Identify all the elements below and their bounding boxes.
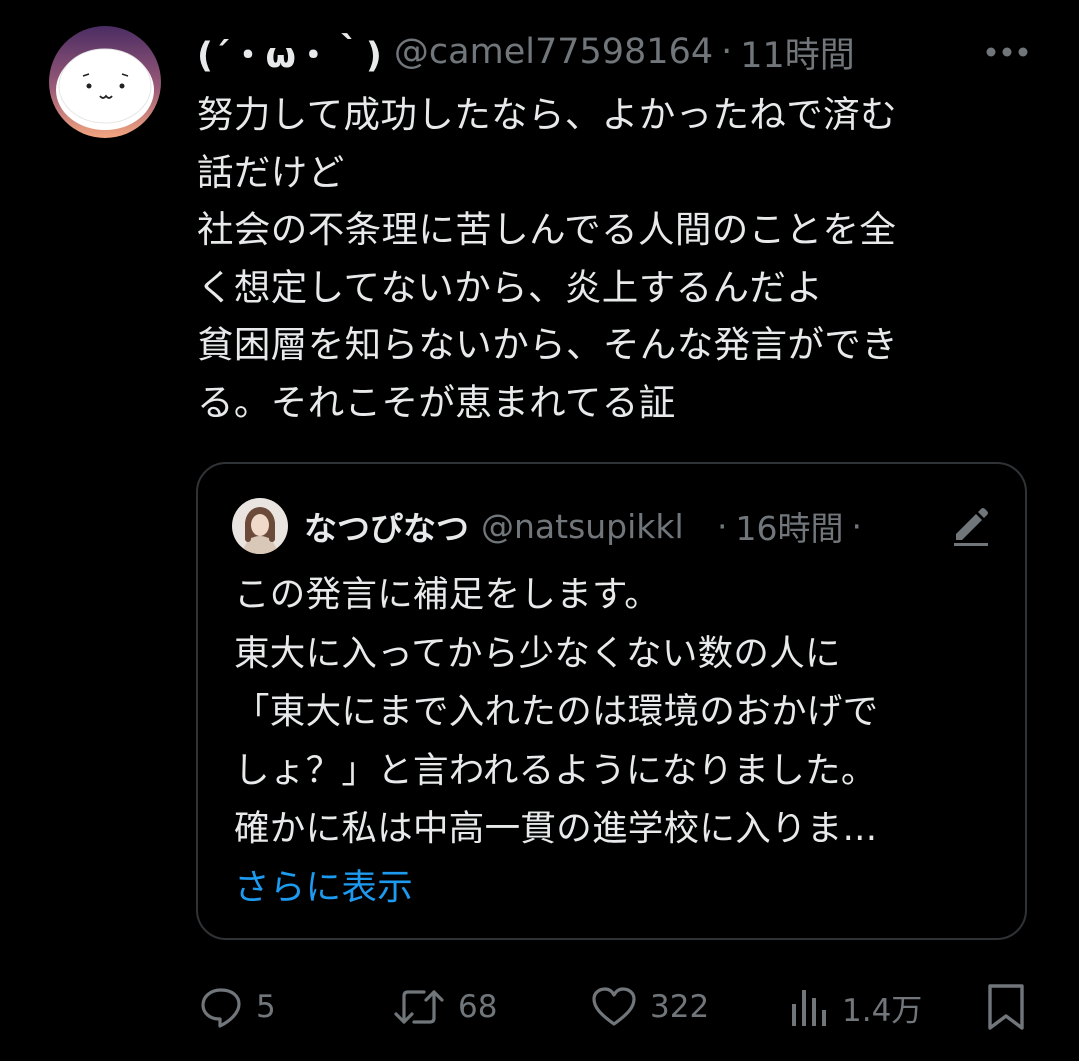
pencil-edit-icon bbox=[954, 508, 988, 546]
quoted-text-line: 「東大にまで入れたのは環境のおかげで bbox=[234, 691, 879, 732]
quoted-text-line: この発言に補足をします。 bbox=[234, 574, 661, 615]
views-button[interactable]: 1.4万 bbox=[788, 980, 922, 1034]
like-count: 322 bbox=[650, 989, 710, 1025]
quoted-header-separator: · bbox=[717, 506, 728, 546]
reply-button[interactable]: 5 bbox=[198, 980, 276, 1034]
tweet-text-line: 貧困層を知らないから、そんな発言ができ bbox=[197, 323, 899, 366]
reply-count: 5 bbox=[256, 989, 276, 1025]
avatar-image bbox=[49, 26, 161, 138]
view-count: 1.4万 bbox=[842, 992, 923, 1029]
retweet-count: 68 bbox=[458, 989, 498, 1025]
heart-icon bbox=[592, 987, 636, 1026]
tweet-header: (´・ω・｀) @camel77598164 · 11時間 bbox=[197, 24, 1077, 80]
like-button[interactable]: 322 bbox=[590, 980, 709, 1034]
quoted-tweet-text: この発言に補足をします。 東大に入ってから少なくない数の人に 「東大にまで入れた… bbox=[234, 566, 1004, 917]
author-display-name[interactable]: (´・ω・｀) bbox=[197, 27, 382, 78]
show-more-link[interactable]: さらに表示 bbox=[234, 859, 1004, 918]
tweet-timestamp[interactable]: 11時間 bbox=[740, 27, 855, 78]
tweet-text-line: 努力して成功したなら、よかったねで済む bbox=[197, 93, 898, 136]
quoted-author-avatar[interactable] bbox=[232, 498, 288, 554]
quoted-author-handle[interactable]: @natsupikkl bbox=[481, 507, 709, 546]
retweet-icon bbox=[394, 990, 444, 1024]
tweet-text-line: 話だけど bbox=[197, 150, 345, 194]
quoted-tweet-timestamp[interactable]: 16時間 bbox=[736, 502, 844, 550]
tweet-text-line: る。それこそが恵まれてる証 bbox=[197, 380, 676, 424]
bookmark-button[interactable] bbox=[984, 980, 1028, 1034]
reply-bubble-icon bbox=[201, 988, 241, 1028]
retweet-button[interactable]: 68 bbox=[392, 980, 497, 1034]
tweet-text-line: く想定してないから、炎上するんだよ bbox=[197, 265, 824, 309]
bookmark-icon bbox=[988, 984, 1024, 1030]
bar-chart-icon bbox=[792, 990, 826, 1026]
quoted-avatar-image bbox=[232, 498, 288, 554]
quoted-text-line: 確かに私は中高一貫の進学校に入りま... bbox=[234, 808, 878, 849]
quoted-author-display-name[interactable]: なつぴなつ bbox=[304, 502, 469, 550]
quoted-tweet-header: なつぴなつ @natsupikkl · 16時間 · bbox=[304, 500, 1024, 552]
tweet-text-line: 社会の不条理に苦しんでる人間のことを全 bbox=[197, 208, 897, 251]
author-avatar[interactable] bbox=[49, 26, 161, 138]
tweet-text: 努力して成功したなら、よかったねで済む 話だけど 社会の不条理に苦しんでる人間の… bbox=[197, 86, 1027, 431]
quoted-header-separator-2: · bbox=[851, 506, 863, 546]
quoted-tweet-card[interactable]: なつぴなつ @natsupikkl · 16時間 · この発言に補足をします。 … bbox=[196, 462, 1027, 940]
more-dots-icon bbox=[986, 47, 1028, 57]
tweet-action-bar: 5 68 322 1.4万 bbox=[0, 980, 1079, 1034]
header-separator: · bbox=[721, 32, 733, 72]
quoted-text-line: しょ？」と言われるようになりました。 bbox=[234, 749, 877, 791]
author-handle[interactable]: @camel77598164 bbox=[394, 32, 713, 72]
quoted-text-line: 東大に入ってから少なくない数の人に bbox=[234, 632, 841, 674]
edited-indicator[interactable] bbox=[948, 504, 994, 550]
more-options-button[interactable] bbox=[980, 30, 1034, 74]
